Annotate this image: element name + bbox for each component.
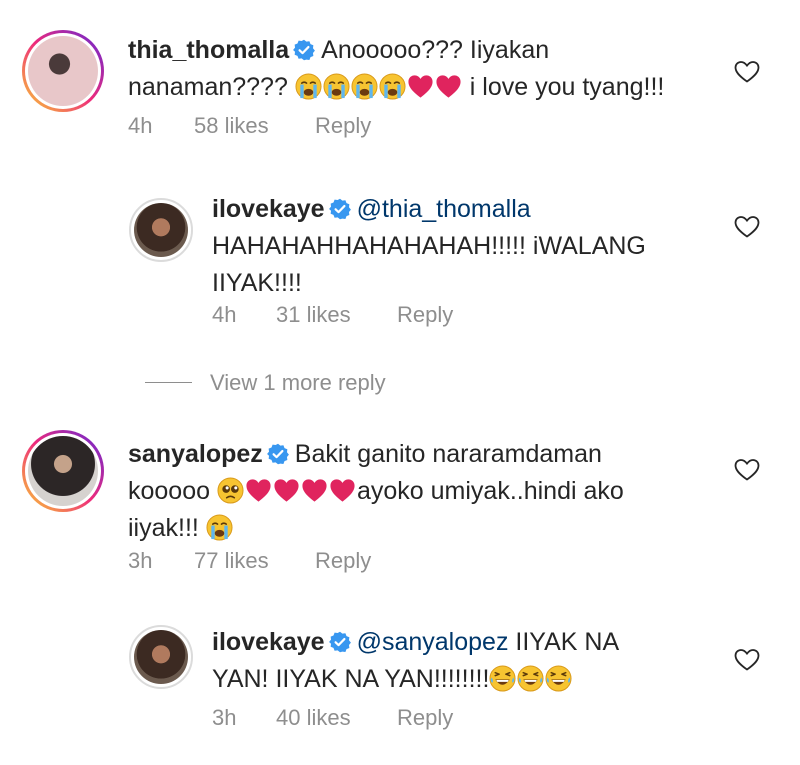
timestamp[interactable]: 4h [212,302,276,328]
comment-line: HAHAHAHHAHAHAHAH!!!!! iWALANG [212,232,646,260]
comment-text: sanyalopez Bakit ganito nararamdaman kooo… [128,436,728,547]
red-heart-icon [435,73,462,100]
username[interactable]: ilovekaye [212,628,325,656]
username[interactable]: sanyalopez [128,440,263,468]
username[interactable]: ilovekaye [212,195,325,223]
comment-line: i love you tyang!!! [469,73,665,101]
comment-line: nanaman???? [128,73,288,101]
verified-badge-icon [267,443,289,465]
crying-face-icon [323,73,350,100]
crying-face-icon [379,73,406,100]
comment-line: Anooooo??? Iiyakan [321,36,550,64]
avatar[interactable] [129,625,193,689]
username[interactable]: thia_thomalla [128,36,289,64]
comment-line: YAN! IIYAK NA YAN!!!!!!!! [212,665,490,693]
crying-face-icon [206,514,233,541]
likes-count[interactable]: 58 likes [194,113,315,139]
reply-button[interactable]: Reply [315,113,371,139]
red-heart-icon [245,477,272,504]
comment-line: ayoko umiyak..hindi ako [356,477,624,505]
timestamp[interactable]: 3h [128,548,194,574]
comment-line: kooooo [128,477,211,505]
verified-badge-icon [329,198,351,220]
comment-line: IIYAK!!!! [212,269,302,297]
view-more-replies-button[interactable]: View 1 more reply [145,369,445,397]
reply-button[interactable]: Reply [397,705,453,731]
like-heart-icon[interactable] [734,215,760,239]
view-more-label: View 1 more reply [210,370,386,395]
red-heart-icon [301,477,328,504]
divider [145,382,192,383]
comment-text: ilovekaye @sanyalopez IIYAK NA YAN! IIYAK… [212,624,712,698]
pleading-face-icon [217,477,244,504]
comment-line: Bakit ganito nararamdaman [294,440,602,468]
avatar[interactable] [129,198,193,262]
comment-meta: 3h 40 likes Reply [212,705,453,731]
comment-meta: 3h 77 likes Reply [128,548,371,574]
mention-link[interactable]: @thia_thomalla [357,195,531,223]
crying-face-icon [295,73,322,100]
red-heart-icon [329,477,356,504]
verified-badge-icon [293,39,315,61]
laughing-face-icon [517,665,544,692]
mention-link[interactable]: @sanyalopez [357,628,509,656]
comment-line: IIYAK NA [515,628,620,656]
comment-line: iiyak!!! [128,514,199,542]
like-heart-icon[interactable] [734,648,760,672]
laughing-face-icon [489,665,516,692]
crying-face-icon [351,73,378,100]
timestamp[interactable]: 3h [212,705,276,731]
laughing-face-icon [545,665,572,692]
timestamp[interactable]: 4h [128,113,194,139]
avatar[interactable] [22,30,104,112]
like-heart-icon[interactable] [734,60,760,84]
reply-button[interactable]: Reply [315,548,371,574]
red-heart-icon [407,73,434,100]
comment-meta: 4h 31 likes Reply [212,302,453,328]
likes-count[interactable]: 31 likes [276,302,397,328]
red-heart-icon [273,477,300,504]
verified-badge-icon [329,631,351,653]
avatar[interactable] [22,430,104,512]
like-heart-icon[interactable] [734,458,760,482]
likes-count[interactable]: 40 likes [276,705,397,731]
reply-button[interactable]: Reply [397,302,453,328]
comment-meta: 4h 58 likes Reply [128,113,371,139]
likes-count[interactable]: 77 likes [194,548,315,574]
comment-text: ilovekaye @thia_thomalla HAHAHAHHAHAHAHAH… [212,191,712,302]
comment-text: thia_thomalla Anooooo??? Iiyakan nanaman?… [128,32,728,106]
